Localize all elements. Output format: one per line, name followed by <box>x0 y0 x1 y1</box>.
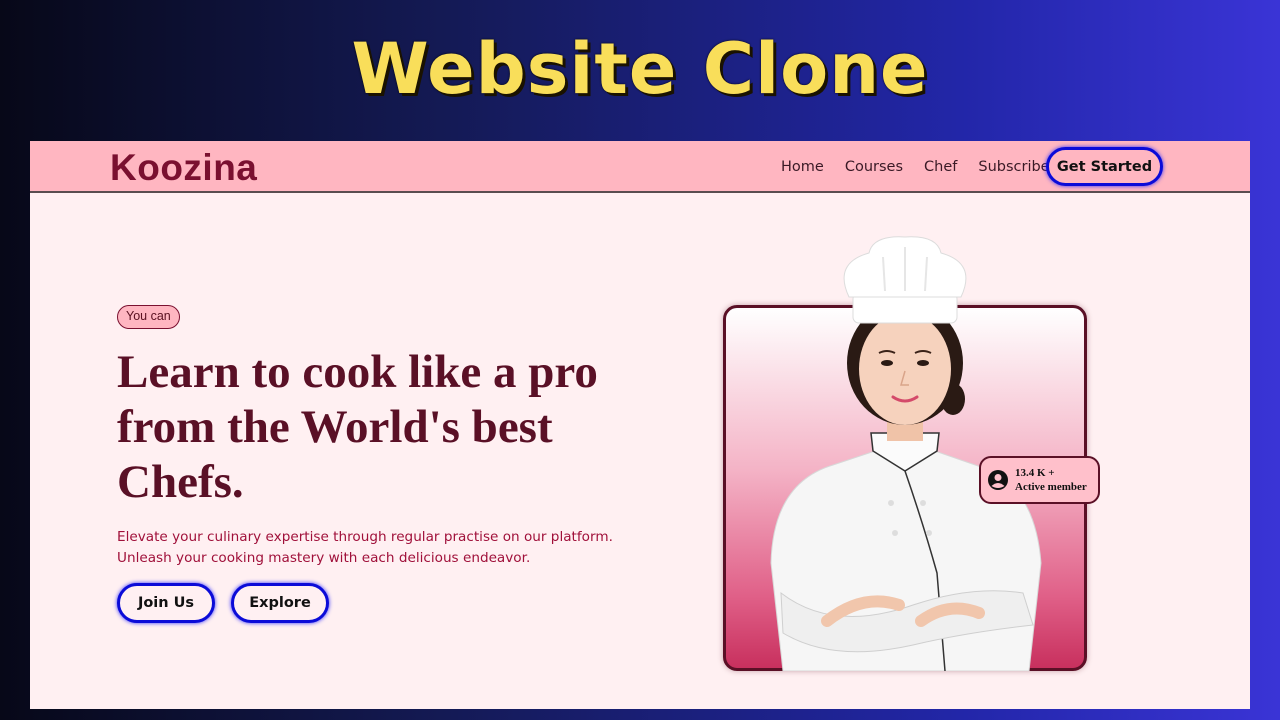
nav-links: Home Courses Chef Subscribe <box>781 158 1050 176</box>
nav-link-subscribe[interactable]: Subscribe <box>978 158 1049 176</box>
nav-link-chef[interactable]: Chef <box>924 158 957 176</box>
hero-description-line-2: Unleash your cooking mastery with each d… <box>117 549 531 566</box>
user-circle-icon <box>988 470 1008 490</box>
site-logo[interactable]: Koozina <box>110 147 257 189</box>
get-started-button[interactable]: Get Started <box>1046 147 1163 186</box>
hero-description: Elevate your culinary expertise through … <box>117 527 637 568</box>
member-label: Active member <box>1015 481 1087 493</box>
explore-button[interactable]: Explore <box>231 583 329 623</box>
hero-description-line-1: Elevate your culinary expertise through … <box>117 529 613 545</box>
chef-illustration <box>770 236 1042 671</box>
active-member-card: 13.4 K + Active member <box>979 456 1100 504</box>
hero-headline: Learn to cook like a pro from the World'… <box>117 346 598 508</box>
join-us-button[interactable]: Join Us <box>117 583 215 623</box>
nav-link-courses[interactable]: Courses <box>845 158 903 176</box>
nav-link-home[interactable]: Home <box>781 158 824 176</box>
website-viewport: Koozina Home Courses Chef Subscribe Get … <box>30 141 1250 709</box>
member-card-text: 13.4 K + Active member <box>1015 466 1087 494</box>
navbar: Koozina Home Courses Chef Subscribe Get … <box>30 141 1250 193</box>
member-count: 13.4 K + <box>1015 467 1055 479</box>
you-can-badge: You can <box>117 305 180 329</box>
banner-title: Website Clone <box>351 28 929 110</box>
